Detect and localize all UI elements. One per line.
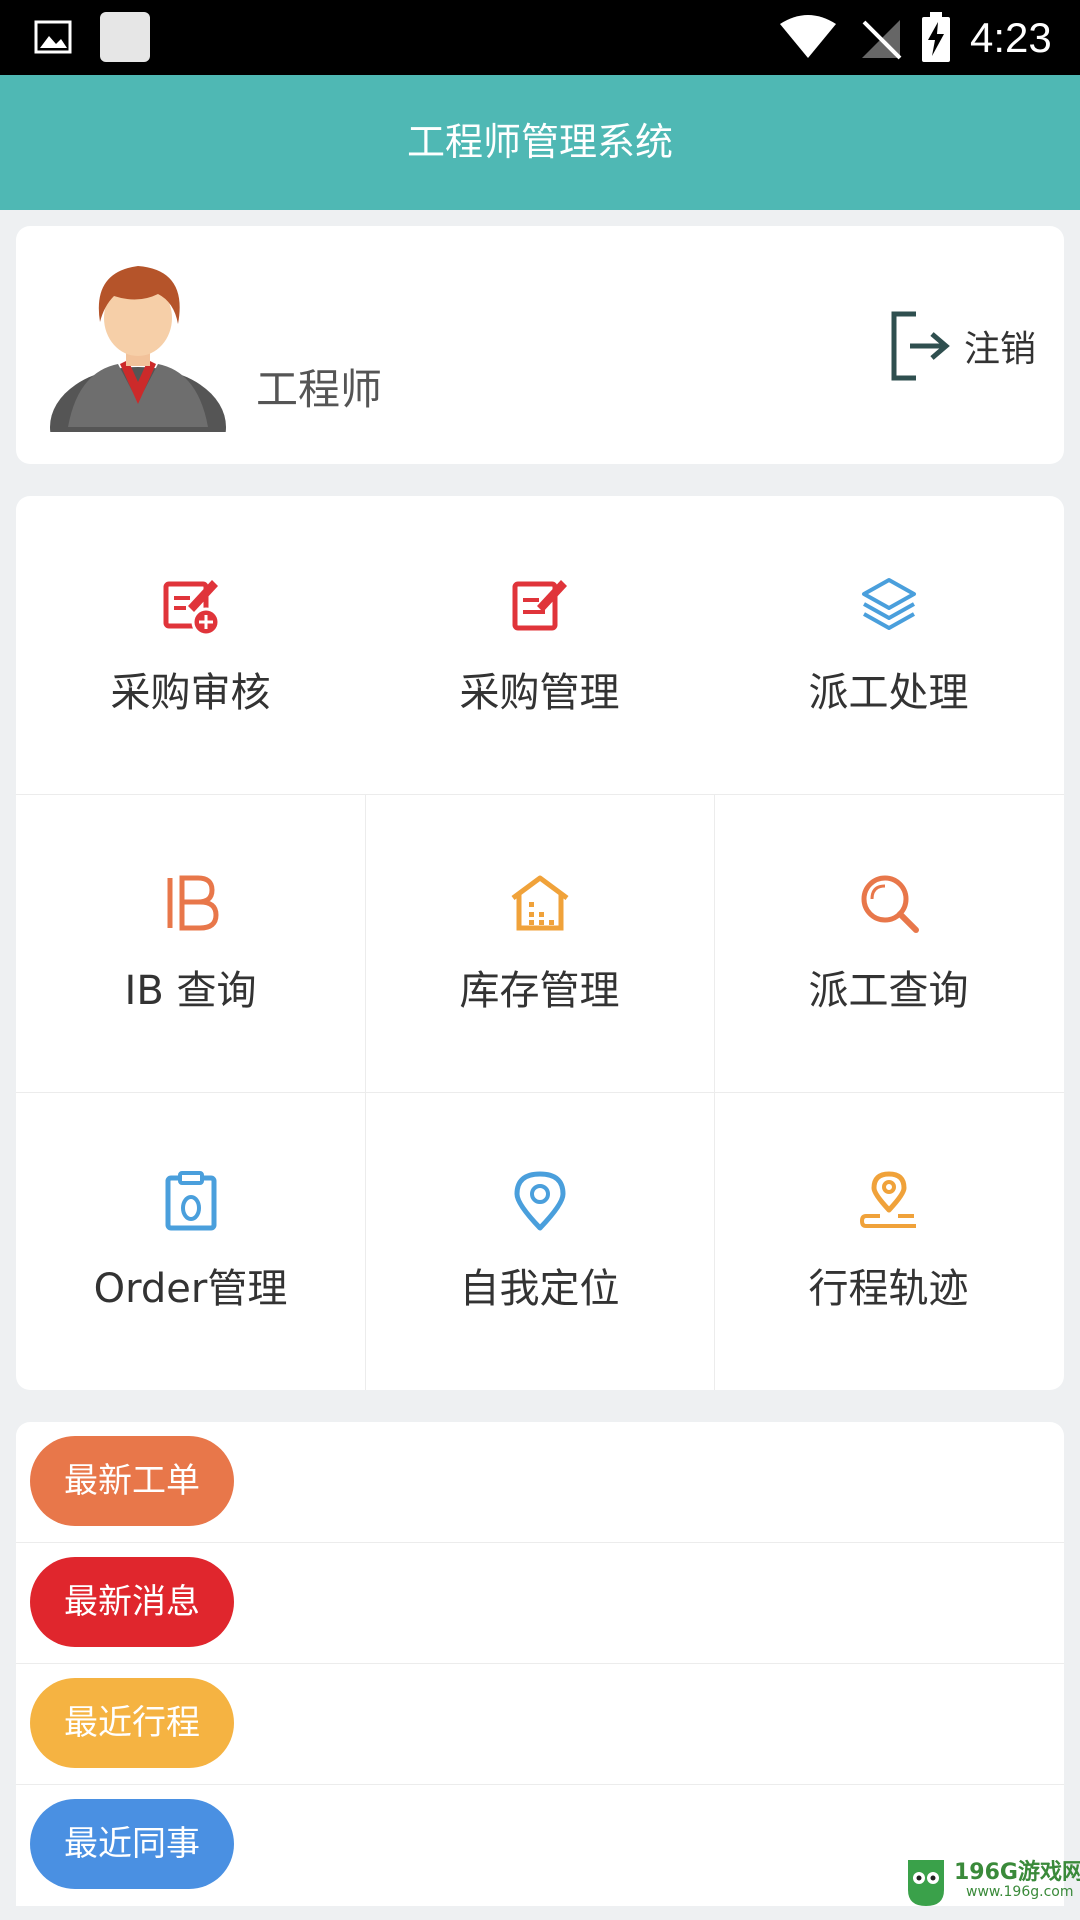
- page-title: 工程师管理系统: [406, 120, 673, 164]
- watermark-logo-icon: [908, 1860, 944, 1906]
- latest-orders-tag[interactable]: 最新工单: [30, 1436, 234, 1526]
- menu-item-dispatch-query[interactable]: 派工查询: [714, 794, 1063, 1092]
- menu-item-dispatch-handling[interactable]: 派工处理: [714, 496, 1063, 794]
- app-header: 工程师管理系统: [0, 75, 1080, 210]
- recent-trips-tag[interactable]: 最近行程: [30, 1678, 234, 1768]
- menu-item-route-track[interactable]: 行程轨迹: [714, 1092, 1063, 1390]
- watermark-url: www.196g.com: [966, 1884, 1074, 1900]
- menu-item-label: IB 查询: [124, 968, 257, 1014]
- status-bar: 4:23: [0, 0, 1080, 75]
- wifi-icon: [780, 15, 836, 58]
- edit-icon: [512, 580, 567, 631]
- menu-item-label: Order管理: [93, 1266, 288, 1312]
- menu-item-label: 自我定位: [459, 1266, 620, 1312]
- menu-item-inventory-management[interactable]: 库存管理: [365, 794, 714, 1092]
- edit-add-icon: [163, 580, 221, 636]
- route-pin-icon: [859, 1171, 916, 1228]
- menu-grid: 采购审核 采购管理 派工处理 IB 查询 库存管理 派工查询 Order管理 自…: [16, 496, 1064, 1390]
- latest-messages-tag[interactable]: 最新消息: [30, 1557, 234, 1647]
- location-pin-icon: [514, 1171, 566, 1231]
- menu-item-label: 行程轨迹: [808, 1266, 969, 1312]
- search-icon: [861, 875, 919, 933]
- watermark: 196G游戏网 www.196g.com: [902, 1852, 1080, 1912]
- gallery-icon: [34, 20, 72, 54]
- avatar: [50, 266, 226, 432]
- clock-time: 4:23: [970, 14, 1052, 61]
- logout-label: 注销: [963, 329, 1036, 370]
- layers-icon: [862, 578, 916, 630]
- watermark-title: 196G游戏网: [954, 1860, 1080, 1885]
- battery-charging-icon: [922, 12, 950, 62]
- menu-item-label: 库存管理: [459, 968, 620, 1014]
- notification-square-icon: [100, 12, 150, 62]
- logout-icon: [891, 311, 950, 381]
- recent-colleagues-tag[interactable]: 最近同事: [30, 1799, 234, 1889]
- menu-item-label: 采购审核: [110, 670, 271, 716]
- list-item-latest-orders[interactable]: 最新工单: [16, 1422, 1064, 1543]
- menu-item-self-location[interactable]: 自我定位: [365, 1092, 714, 1390]
- menu-item-label: 派工查询: [808, 968, 969, 1014]
- menu-item-label: 派工处理: [808, 670, 969, 716]
- ib-icon: [167, 875, 219, 931]
- logout-button[interactable]: 注销: [888, 308, 1036, 384]
- menu-item-label: 采购管理: [459, 670, 620, 716]
- feed-list: 最新工单 最新消息 最近行程 最近同事: [16, 1422, 1064, 1906]
- menu-item-order-management[interactable]: Order管理: [16, 1092, 365, 1390]
- menu-item-purchase-review[interactable]: 采购审核: [16, 496, 365, 794]
- clipboard-icon: [165, 1171, 217, 1231]
- user-role: 工程师: [256, 365, 383, 414]
- menu-item-purchase-management[interactable]: 采购管理: [365, 496, 714, 794]
- menu-item-ib-query[interactable]: IB 查询: [16, 794, 365, 1092]
- list-item-latest-messages[interactable]: 最新消息: [16, 1543, 1064, 1664]
- no-signal-icon: [862, 20, 902, 60]
- profile-card: 工程师 注销: [16, 226, 1064, 464]
- warehouse-icon: [511, 875, 569, 931]
- list-item-recent-trips[interactable]: 最近行程: [16, 1664, 1064, 1785]
